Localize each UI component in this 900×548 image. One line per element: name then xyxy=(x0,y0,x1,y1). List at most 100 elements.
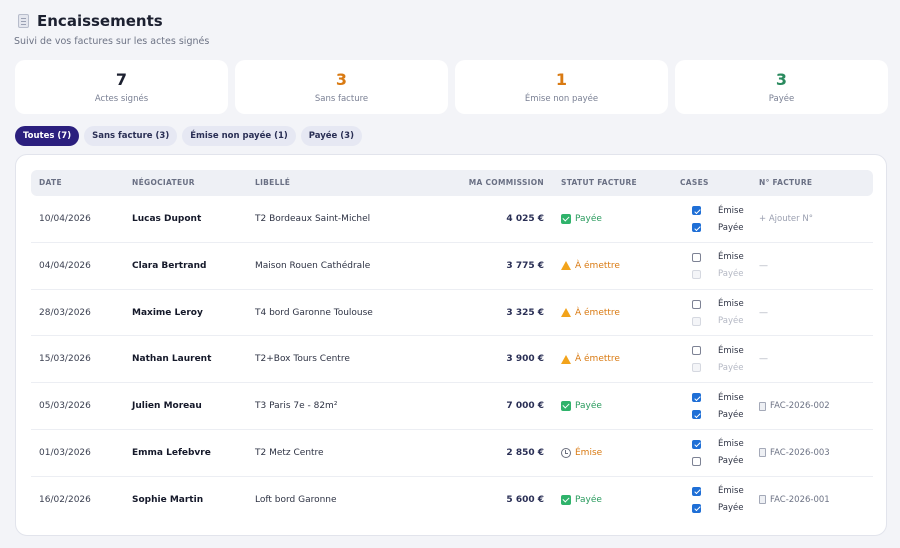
emise-checkbox[interactable] xyxy=(692,206,701,215)
title-row: Encaissements xyxy=(18,12,209,30)
emise-checkbox-label: Émise xyxy=(718,392,744,403)
emise-checkbox-label: Émise xyxy=(718,205,744,216)
libelle-cell: Maison Rouen Cathédrale xyxy=(255,260,371,271)
emise-checkbox-label: Émise xyxy=(718,486,744,497)
filter-tabs: Toutes (7) Sans facture (3) Émise non pa… xyxy=(15,126,362,146)
stat-label: Payée xyxy=(768,94,795,104)
date-cell: 28/03/2026 xyxy=(39,307,91,318)
column-header-facture: N° FACTURE xyxy=(759,178,813,187)
table-row: 04/04/2026 Clara Bertrand Maison Rouen Cat… xyxy=(31,243,873,290)
commission-cell: 7 000 € xyxy=(506,401,544,412)
emise-checkbox-label: Émise xyxy=(718,345,744,356)
stat-card-emise-non-payee: 1 Émise non payée xyxy=(455,60,668,114)
negociateur-cell: Clara Bertrand xyxy=(132,260,207,271)
warning-icon xyxy=(561,308,571,318)
add-invoice-number-link[interactable]: + Ajouter N° xyxy=(759,214,813,224)
facture-cell: — xyxy=(759,243,768,289)
payee-checkbox xyxy=(692,316,701,326)
emise-checkbox-row[interactable]: Émise xyxy=(692,438,744,451)
tab-payee[interactable]: Payée (3) xyxy=(300,126,362,146)
document-icon xyxy=(18,14,29,28)
emise-checkbox[interactable] xyxy=(692,346,701,356)
column-header-negociateur: NÉGOCIATEUR xyxy=(132,178,195,187)
date-cell: 01/03/2026 xyxy=(39,447,91,458)
emise-checkbox-label: Émise xyxy=(718,439,744,450)
payee-checkbox-row[interactable]: Payée xyxy=(692,455,743,468)
check-square-icon xyxy=(561,214,571,224)
stat-label: Émise non payée xyxy=(524,94,599,104)
payee-checkbox xyxy=(692,363,701,373)
stat-value: 7 xyxy=(115,70,128,89)
stat-value: 1 xyxy=(555,70,568,89)
emise-checkbox-row[interactable]: Émise xyxy=(692,344,744,357)
emise-checkbox-row[interactable]: Émise xyxy=(692,204,744,217)
page-header: Encaissements Suivi de vos factures sur … xyxy=(14,12,209,47)
status-badge: À émettre xyxy=(561,336,620,382)
facture-cell: FAC-2026-001 xyxy=(759,477,830,523)
payee-checkbox-label: Payée xyxy=(718,269,744,280)
stat-card-payee: 3 Payée xyxy=(675,60,888,114)
status-text: Émise xyxy=(575,447,603,458)
payee-checkbox-label: Payée xyxy=(718,409,744,420)
warning-icon xyxy=(561,354,571,364)
facture-cell: FAC-2026-002 xyxy=(759,383,830,429)
facture-cell: FAC-2026-003 xyxy=(759,430,830,476)
payee-checkbox-label: Payée xyxy=(718,222,744,233)
commission-cell: 3 325 € xyxy=(506,307,544,318)
payee-checkbox[interactable] xyxy=(692,223,701,232)
warning-icon xyxy=(561,261,571,271)
emise-checkbox-row[interactable]: Émise xyxy=(692,485,744,498)
commission-cell: 2 850 € xyxy=(506,447,544,458)
stats-row: 7 Actes signés 3 Sans facture 1 Émise no… xyxy=(15,60,888,114)
emise-checkbox-row[interactable]: Émise xyxy=(692,298,744,311)
payee-checkbox[interactable] xyxy=(692,410,701,420)
table-row: 05/03/2026 Julien Moreau T3 Paris 7e - 82m… xyxy=(31,383,873,430)
date-cell: 04/04/2026 xyxy=(39,260,91,271)
file-icon xyxy=(759,495,766,505)
cases-cell: Émise Payée xyxy=(692,243,744,289)
payee-checkbox-row: Payée xyxy=(692,268,743,281)
status-text: Payée xyxy=(575,494,602,505)
payee-checkbox-row[interactable]: Payée xyxy=(692,408,743,421)
cases-cell: Émise Payée xyxy=(692,383,744,429)
payee-checkbox-row[interactable]: Payée xyxy=(692,502,743,515)
negociateur-cell: Emma Lefebvre xyxy=(132,447,211,458)
tab-toutes[interactable]: Toutes (7) xyxy=(15,126,80,146)
check-square-icon xyxy=(561,401,571,412)
emise-checkbox[interactable] xyxy=(692,299,701,309)
tab-emise-non-payee[interactable]: Émise non payée (1) xyxy=(182,126,296,146)
table-body: 10/04/2026 Lucas Dupont T2 Bordeaux Saint-… xyxy=(31,196,873,524)
status-text: À émettre xyxy=(575,307,620,318)
emise-checkbox[interactable] xyxy=(692,486,701,496)
emise-checkbox[interactable] xyxy=(692,252,701,262)
payee-checkbox[interactable] xyxy=(692,456,701,466)
tab-sans-facture[interactable]: Sans facture (3) xyxy=(84,126,178,146)
libelle-cell: Loft bord Garonne xyxy=(255,494,337,505)
emise-checkbox[interactable] xyxy=(692,439,701,449)
column-header-commission: MA COMMISSION xyxy=(468,178,544,187)
stat-label: Actes signés xyxy=(94,94,149,104)
date-cell: 10/04/2026 xyxy=(39,214,91,224)
column-header-cases: CASES xyxy=(680,178,709,187)
invoice-number: FAC-2026-001 xyxy=(770,494,830,505)
payee-checkbox-row[interactable]: Payée xyxy=(692,221,743,234)
status-text: À émettre xyxy=(575,260,620,271)
negociateur-cell: Maxime Leroy xyxy=(132,307,203,318)
empty-invoice-number: — xyxy=(759,307,768,318)
table-row: 15/03/2026 Nathan Laurent T2+Box Tours Cen… xyxy=(31,336,873,384)
payee-checkbox xyxy=(692,269,701,279)
invoices-table: DATE NÉGOCIATEUR LIBELLÉ MA COMMISSION S… xyxy=(15,154,887,536)
status-badge: Payée xyxy=(561,477,602,523)
date-cell: 16/02/2026 xyxy=(39,494,91,505)
payee-checkbox[interactable] xyxy=(692,503,701,513)
emise-checkbox-row[interactable]: Émise xyxy=(692,251,744,264)
emise-checkbox-row[interactable]: Émise xyxy=(692,391,744,404)
negociateur-cell: Lucas Dupont xyxy=(132,214,202,224)
negociateur-cell: Julien Moreau xyxy=(132,401,202,412)
facture-cell: — xyxy=(759,336,768,382)
emise-checkbox-label: Émise xyxy=(718,299,744,310)
emise-checkbox[interactable] xyxy=(692,393,701,403)
libelle-cell: T2 Metz Centre xyxy=(255,447,324,458)
check-square-icon xyxy=(561,494,571,505)
stat-label: Sans facture xyxy=(314,94,369,104)
